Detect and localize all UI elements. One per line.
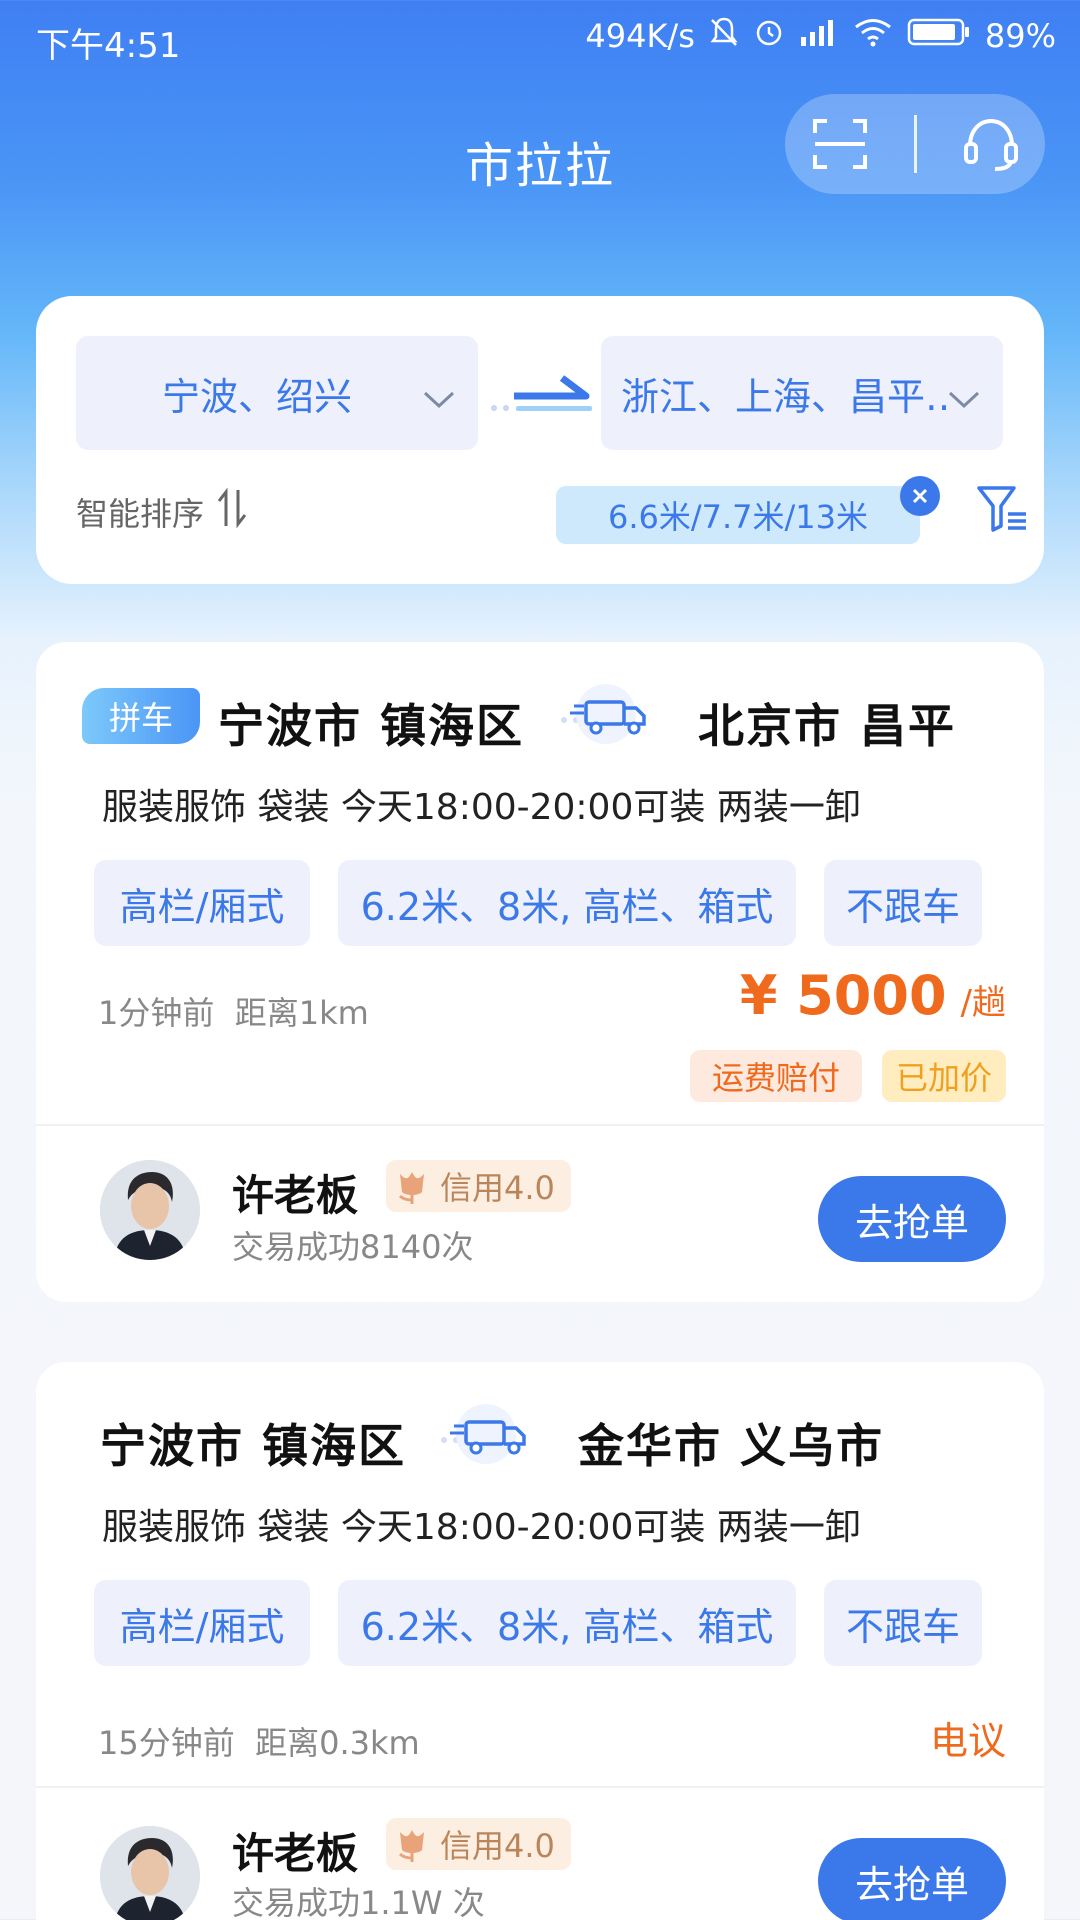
- carpool-tag: 拼车: [82, 688, 200, 744]
- grab-order-button[interactable]: 去抢单: [818, 1176, 1006, 1262]
- sort-label: 智能排序: [76, 495, 205, 533]
- net-speed: 494K/s: [585, 17, 695, 55]
- credit-badge: 信用4.0: [386, 1160, 571, 1212]
- price-unit: /趟: [960, 983, 1006, 1023]
- grab-order-button[interactable]: 去抢单: [818, 1838, 1006, 1920]
- vehicle-length-chip: 6.2米、8米, 高栏、箱式: [338, 1580, 796, 1666]
- vehicle-length-chip: 6.2米、8米, 高栏、箱式: [338, 860, 796, 946]
- sort-button[interactable]: 智能排序: [76, 487, 248, 536]
- credit-score: 信用4.0: [440, 1827, 555, 1865]
- order-card[interactable]: 拼车 宁波市 镇海区 北京市 昌平 服装服饰 袋装 今天18:00-20:00可…: [36, 642, 1044, 1302]
- price-amount: ¥ 5000: [739, 964, 947, 1027]
- price-raised-badge: 已加价: [882, 1050, 1006, 1102]
- vehicle-type-chip: 高栏/厢式: [94, 860, 310, 946]
- bell-mute-icon: [709, 16, 739, 56]
- cargo-description: 服装服饰 袋装 今天18:00-20:00可装 两装一卸: [102, 1507, 861, 1548]
- requirement-chips: 高栏/厢式 6.2米、8米, 高栏、箱式 不跟车: [94, 860, 982, 946]
- selected-length-chip[interactable]: 6.6米/7.7米/13米: [556, 486, 920, 544]
- trade-count: 交易成功8140次: [232, 1228, 474, 1266]
- no-escort-chip: 不跟车: [824, 860, 982, 946]
- filter-icon[interactable]: [976, 484, 1030, 538]
- destination-city: 北京市 昌平: [698, 699, 957, 753]
- origin-city: 宁波市 镇海区: [218, 699, 525, 753]
- order-meta: 15分钟前 距离0.3km: [98, 1718, 420, 1764]
- shipper-name: 许老板: [232, 1829, 359, 1878]
- no-escort-chip: 不跟车: [824, 1580, 982, 1666]
- battery-icon: [907, 17, 971, 55]
- trade-count: 交易成功1.1W 次: [232, 1884, 485, 1920]
- chevron-down-icon: [947, 376, 981, 420]
- status-bar: 下午4:51 494K/s 89%: [0, 0, 1080, 84]
- credit-flower-icon: [398, 1172, 424, 1204]
- scan-icon[interactable]: [805, 109, 875, 179]
- credit-badge: 信用4.0: [386, 1818, 571, 1870]
- truck-icon: [556, 682, 666, 756]
- shipper-name: 许老板: [232, 1171, 359, 1220]
- filter-card: 宁波、绍兴 浙江、上海、昌平… 智能排序 6.6米/7.7米/13米: [36, 296, 1044, 584]
- credit-score: 信用4.0: [440, 1169, 555, 1207]
- card-divider: [36, 1124, 1044, 1126]
- route-arrow-icon: [486, 366, 598, 424]
- cargo-description: 服装服饰 袋装 今天18:00-20:00可装 两装一卸: [102, 787, 861, 828]
- distance: 距离0.3km: [255, 1724, 420, 1762]
- signal-icon: [799, 17, 839, 55]
- avatar: [100, 1160, 200, 1260]
- freight-compensation-badge: 运费赔付: [690, 1050, 862, 1102]
- battery-level: 89%: [984, 17, 1056, 55]
- price: ¥ 5000 /趟: [740, 964, 1006, 1027]
- order-card[interactable]: 宁波市 镇海区 金华市 义乌市 服装服饰 袋装 今天18:00-20:00可装 …: [36, 1362, 1044, 1920]
- avatar: [100, 1826, 200, 1920]
- header-actions: [785, 94, 1045, 194]
- truck-icon: [436, 1402, 546, 1476]
- from-city-select[interactable]: 宁波、绍兴: [76, 336, 478, 450]
- destination-city: 金华市 义乌市: [578, 1419, 885, 1473]
- to-city-label: 浙江、上海、昌平…: [621, 374, 951, 419]
- header-divider: [913, 115, 917, 173]
- headset-icon[interactable]: [956, 109, 1026, 179]
- close-icon[interactable]: [900, 476, 940, 516]
- to-city-select[interactable]: 浙江、上海、昌平…: [601, 336, 1003, 450]
- status-time: 下午4:51: [36, 26, 181, 66]
- requirement-chips: 高栏/厢式 6.2米、8米, 高栏、箱式 不跟车: [94, 1580, 982, 1666]
- chevron-down-icon: [422, 376, 456, 420]
- credit-flower-icon: [398, 1830, 424, 1862]
- vehicle-type-chip: 高栏/厢式: [94, 1580, 310, 1666]
- alarm-icon: [753, 16, 785, 56]
- from-city-label: 宁波、绍兴: [161, 374, 352, 419]
- sort-icon: [216, 487, 248, 536]
- card-divider: [36, 1786, 1044, 1788]
- time-ago: 15分钟前: [98, 1724, 235, 1762]
- price-negotiable: 电议: [929, 1719, 1006, 1763]
- status-indicators: 494K/s 89%: [585, 16, 1056, 56]
- order-meta: 1分钟前 距离1km: [98, 988, 369, 1034]
- time-ago: 1分钟前: [98, 994, 215, 1032]
- wifi-icon: [853, 17, 893, 55]
- distance: 距离1km: [234, 994, 369, 1032]
- origin-city: 宁波市 镇海区: [100, 1419, 407, 1473]
